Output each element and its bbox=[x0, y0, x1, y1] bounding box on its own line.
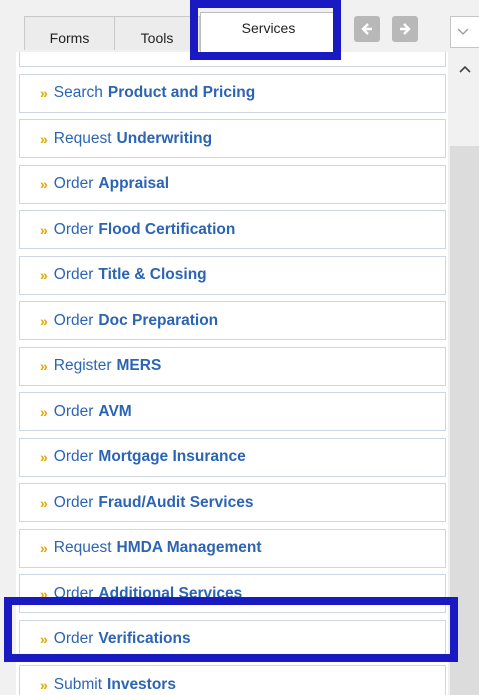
service-item-label: MERS bbox=[116, 357, 162, 374]
nav-next-button[interactable] bbox=[392, 16, 418, 42]
double-chevron-icon: » bbox=[40, 403, 48, 420]
double-chevron-icon: » bbox=[40, 85, 48, 101]
service-item-label: Additional Services bbox=[98, 584, 243, 602]
double-chevron-icon: » bbox=[40, 358, 48, 374]
service-item[interactable]: » Order AVM bbox=[19, 392, 446, 431]
service-item[interactable]: » Register MERS bbox=[19, 346, 446, 386]
service-item-verb: Order bbox=[53, 584, 94, 602]
service-item-verb: Search bbox=[53, 84, 103, 101]
service-item[interactable]: » Request HMDA Management bbox=[19, 528, 446, 568]
service-item[interactable]: » Order Fraud/Audit Services bbox=[19, 483, 446, 522]
service-item-verb: Order bbox=[53, 220, 94, 238]
tab-forms[interactable]: Forms bbox=[24, 16, 115, 50]
service-item-label: Fraud/Audit Services bbox=[98, 493, 254, 511]
scrollbar[interactable] bbox=[450, 52, 479, 695]
service-item[interactable]: » Order Additional Services bbox=[19, 574, 446, 613]
service-item[interactable]: » Order Flood Certification bbox=[19, 210, 446, 249]
service-item[interactable]: » Order Appraisal bbox=[19, 164, 446, 204]
double-chevron-icon: » bbox=[40, 540, 48, 556]
service-item-label: Mortgage Insurance bbox=[98, 448, 246, 465]
double-chevron-icon: » bbox=[40, 267, 48, 283]
service-item[interactable]: » Access Lenders bbox=[19, 52, 446, 67]
service-item-label: Appraisal bbox=[98, 175, 170, 192]
service-item-verb: Order bbox=[53, 448, 94, 465]
scroll-thumb[interactable] bbox=[450, 86, 479, 146]
service-item-label: Title & Closing bbox=[98, 266, 207, 283]
service-item-verb: Order bbox=[53, 266, 94, 283]
service-item-label: Doc Preparation bbox=[98, 311, 219, 329]
double-chevron-icon: » bbox=[40, 130, 48, 147]
service-item[interactable]: » Order Doc Preparation bbox=[19, 301, 446, 340]
arrow-right-icon bbox=[400, 23, 411, 35]
service-item-verb: Access bbox=[54, 52, 104, 57]
service-item-verb: Order bbox=[53, 175, 94, 192]
service-item[interactable]: » Order Mortgage Insurance bbox=[19, 437, 446, 477]
service-item[interactable]: » Submit Investors bbox=[19, 665, 446, 695]
service-item[interactable]: » Request Underwriting bbox=[19, 119, 446, 158]
service-item-verb: Order bbox=[53, 311, 94, 329]
service-item-label: Product and Pricing bbox=[107, 84, 256, 101]
service-item-verb: Order bbox=[53, 630, 94, 647]
tab-tools[interactable]: Tools bbox=[114, 16, 200, 50]
double-chevron-icon: » bbox=[40, 676, 48, 693]
service-item[interactable]: » Order Title & Closing bbox=[19, 255, 446, 295]
service-item-label: Investors bbox=[107, 675, 176, 693]
service-item-verb: Submit bbox=[53, 675, 103, 693]
double-chevron-icon: » bbox=[40, 221, 48, 238]
service-item[interactable]: » Search Product and Pricing bbox=[19, 73, 446, 113]
service-item-verb: Request bbox=[53, 539, 112, 556]
service-item-label: AVM bbox=[98, 402, 132, 420]
double-chevron-icon: » bbox=[40, 585, 48, 602]
services-list: » Access Lenders » SearchProduct and Pricing… bbox=[16, 52, 448, 695]
double-chevron-icon: » bbox=[40, 52, 48, 56]
service-item[interactable]: » Order Verifications bbox=[19, 619, 446, 659]
double-chevron-icon: » bbox=[40, 631, 48, 647]
service-item-verb: Order bbox=[53, 493, 94, 511]
chevron-up-icon bbox=[458, 65, 471, 73]
service-item-label: HMDA Management bbox=[116, 539, 262, 556]
double-chevron-icon: » bbox=[40, 494, 48, 511]
tab-dropdown[interactable] bbox=[450, 16, 479, 48]
service-item-label: Lenders bbox=[109, 52, 169, 57]
service-item-verb: Register bbox=[53, 357, 112, 374]
double-chevron-icon: » bbox=[40, 449, 48, 465]
arrow-left-icon bbox=[361, 23, 372, 35]
double-chevron-icon: » bbox=[40, 176, 48, 192]
double-chevron-icon: » bbox=[40, 312, 48, 329]
service-item-label: Flood Certification bbox=[98, 220, 236, 238]
scroll-up-button[interactable] bbox=[450, 52, 479, 86]
service-item-verb: Order bbox=[53, 402, 94, 420]
tab-bar: Forms Tools Services bbox=[0, 0, 479, 60]
service-item-verb: Request bbox=[53, 129, 112, 147]
service-item-label: Underwriting bbox=[116, 129, 213, 147]
service-item-label: Verifications bbox=[98, 630, 191, 647]
nav-prev-button[interactable] bbox=[354, 16, 380, 42]
tab-services[interactable]: Services bbox=[200, 12, 337, 52]
chevron-down-icon bbox=[457, 28, 469, 35]
